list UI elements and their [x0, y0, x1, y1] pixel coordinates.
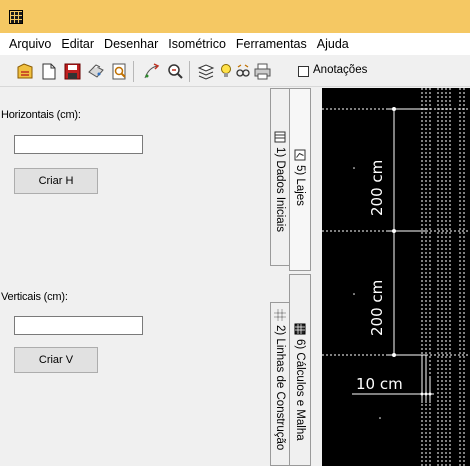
- menu-isometrico[interactable]: Isométrico: [163, 37, 231, 51]
- horizontal-label: Horizontais (cm):: [1, 109, 81, 121]
- vertical-tab-strip: 1) Dados Iniciais 5) Lajes 2) Linhas de …: [268, 88, 322, 466]
- annotations-label: Anotações: [313, 64, 368, 76]
- tab-linhas-construcao[interactable]: 2) Linhas de Construção: [270, 302, 290, 466]
- print-preview-icon[interactable]: [108, 61, 130, 82]
- create-h-button[interactable]: Criar H: [14, 168, 98, 194]
- toolbar: [0, 55, 470, 87]
- tab-lajes-label: 5) Lajes: [294, 165, 306, 206]
- dimension-text-middle: 200 cm: [368, 280, 386, 336]
- tab-dados-iniciais[interactable]: 1) Dados Iniciais: [270, 88, 290, 266]
- left-panel: Horizontais (cm): Criar H Verticais (cm)…: [0, 88, 268, 466]
- tab-dados-iniciais-label: 1) Dados Iniciais: [274, 147, 286, 233]
- menu-bar: Arquivo Editar Desenhar Isométrico Ferra…: [0, 33, 470, 55]
- toolbar-separator: [189, 61, 190, 82]
- construction-lines-icon: [274, 309, 286, 324]
- print-icon[interactable]: [85, 61, 107, 82]
- tab-linhas-construcao-text: 2) Linhas de Construção: [273, 309, 287, 451]
- mesh-icon: [294, 323, 306, 338]
- title-bar: [0, 0, 470, 33]
- zoom-icon[interactable]: [164, 61, 186, 82]
- tab-linhas-construcao-label: 2) Linhas de Construção: [274, 325, 286, 451]
- tab-calculos-malha-text: 6) Cálculos e Malha: [293, 323, 307, 441]
- vertical-dimension: [386, 108, 426, 356]
- menu-arquivo[interactable]: Arquivo: [4, 37, 56, 51]
- dimension-text-top: 200 cm: [368, 160, 386, 216]
- layers-icon[interactable]: [195, 61, 217, 82]
- horizontal-input[interactable]: [14, 135, 143, 154]
- tab-lajes-text: 5) Lajes: [293, 149, 307, 206]
- new-drawing-icon[interactable]: [14, 61, 36, 82]
- vertical-label: Verticais (cm):: [1, 291, 68, 303]
- menu-ajuda[interactable]: Ajuda: [312, 37, 354, 51]
- vertical-construction-lines: [421, 88, 465, 466]
- drawing-canvas[interactable]: 200 cm 200 cm 10 cm: [322, 88, 470, 466]
- create-v-button[interactable]: Criar V: [14, 347, 98, 373]
- menu-ferramentas[interactable]: Ferramentas: [231, 37, 312, 51]
- open-icon[interactable]: [38, 61, 60, 82]
- tab-calculos-malha[interactable]: 6) Cálculos e Malha: [289, 274, 311, 466]
- app-icon[interactable]: [9, 10, 23, 24]
- toolbar-separator: [133, 61, 134, 82]
- add-point-icon[interactable]: [141, 61, 163, 82]
- vertical-input[interactable]: [14, 316, 143, 335]
- menu-editar[interactable]: Editar: [56, 37, 99, 51]
- save-icon[interactable]: [61, 61, 83, 82]
- dimension-text-horizontal: 10 cm: [356, 375, 403, 393]
- menu-desenhar[interactable]: Desenhar: [99, 37, 163, 51]
- tab-dados-iniciais-text: 1) Dados Iniciais: [273, 131, 287, 233]
- tab-calculos-malha-label: 6) Cálculos e Malha: [294, 339, 306, 441]
- slab-icon: [294, 149, 306, 164]
- grid-icon: [274, 131, 286, 146]
- tab-lajes[interactable]: 5) Lajes: [289, 88, 311, 271]
- annotations-checkbox[interactable]: [298, 66, 309, 77]
- printer-icon[interactable]: [251, 61, 273, 82]
- drawing-svg: 200 cm 200 cm 10 cm: [322, 88, 470, 466]
